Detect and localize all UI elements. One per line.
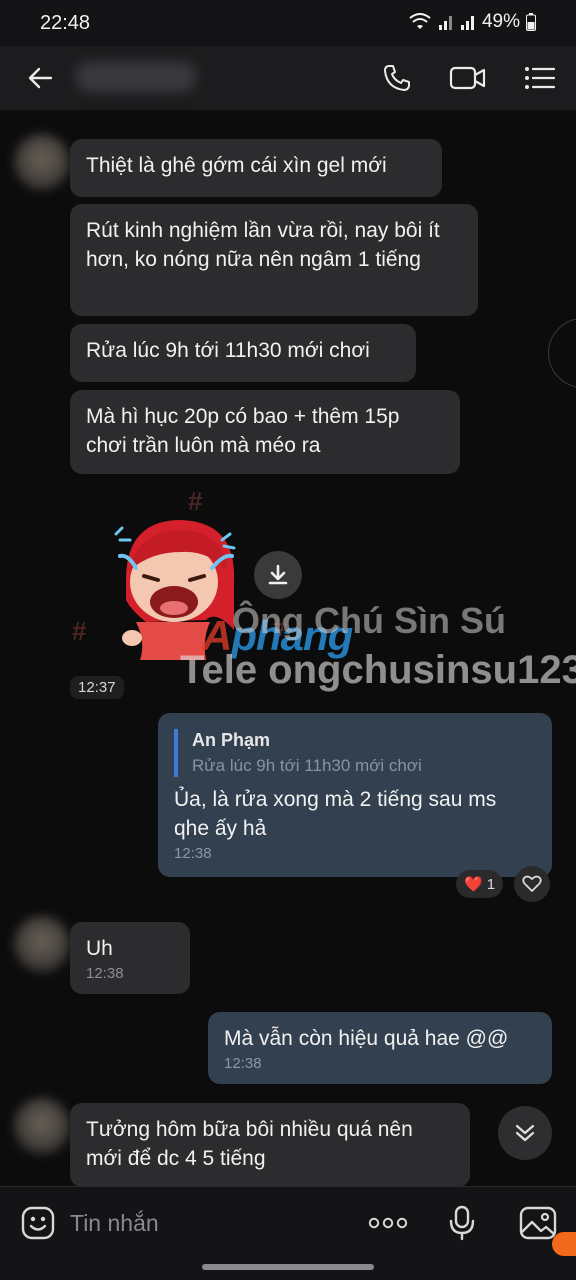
scroll-to-bottom-button[interactable] [498,1106,552,1160]
wifi-icon [409,13,431,29]
outgoing-message-bubble[interactable]: An Phạm Rửa lúc 9h tới 11h30 mới chơi Ủa… [158,713,552,877]
status-icons: 49% [408,11,536,33]
react-button[interactable] [514,866,550,902]
menu-button[interactable] [520,60,560,96]
message-text: Tưởng hôm bữa bôi nhiều quá nên mới để d… [86,1118,413,1170]
outgoing-message-bubble[interactable]: Mà vẫn còn hiệu quả hae @@ 12:38 [208,1012,552,1084]
emoji-button[interactable] [18,1203,58,1243]
quoted-message[interactable]: An Phạm Rửa lúc 9h tới 11h30 mới chơi [174,729,536,777]
signal-icon [438,16,452,30]
heart-outline-icon [522,875,542,892]
watermark-hash: # [188,486,203,516]
watermark-text: Tele ongchusinsu123 [180,648,576,692]
message-time: 12:38 [174,845,212,862]
more-dots-icon [368,1217,408,1229]
more-options-button[interactable] [366,1201,410,1245]
video-call-button[interactable] [448,60,488,96]
avatar[interactable] [14,916,70,972]
arrow-left-icon [28,67,53,89]
floating-badge[interactable] [552,1232,576,1256]
message-list[interactable]: Thiệt là ghê gớm cái xìn gel mới Rút kin… [0,110,576,1186]
message-bubble[interactable]: Rút kinh nghiệm lần vừa rồi, nay bôi ít … [70,204,478,316]
watermark-hash: # [72,616,87,646]
phone-icon [384,65,410,91]
home-indicator[interactable] [202,1264,374,1270]
edge-circle [548,318,576,388]
heart-reaction-icon: ❤️ [464,876,483,893]
message-text: Rửa lúc 9h tới 11h30 mới chơi [86,339,370,362]
sticker-time: 12:37 [70,676,124,699]
message-text: Uh [86,937,113,960]
message-time: 12:38 [86,965,124,982]
message-text: Rút kinh nghiệm lần vừa rồi, nay bôi ít … [86,219,440,271]
download-button[interactable] [254,551,302,599]
double-chevron-down-icon [515,1124,535,1142]
status-time: 22:48 [40,12,91,34]
call-button[interactable] [377,60,417,96]
emoji-icon [21,1206,55,1240]
message-text: Thiệt là ghê gớm cái xìn gel mới [86,154,387,177]
message-bubble[interactable]: Thiệt là ghê gớm cái xìn gel mới [70,139,442,197]
message-bubble[interactable]: Tưởng hôm bữa bôi nhiều quá nên mới để d… [70,1103,470,1186]
battery-percent: 49% [481,11,520,32]
contact-name[interactable] [76,62,196,92]
message-time: 12:38 [224,1055,262,1072]
quoted-sender: An Phạm [192,730,271,750]
signal-icon-2 [460,16,474,30]
message-bubble[interactable]: Rửa lúc 9h tới 11h30 mới chơi [70,324,416,382]
status-bar: 22:48 49% [0,0,576,46]
back-button[interactable] [20,60,60,96]
reaction-badge[interactable]: ❤️ 1 [456,870,504,898]
menu-list-icon [525,67,556,89]
battery-icon [526,13,536,31]
quoted-text: Rửa lúc 9h tới 11h30 mới chơi [192,756,422,775]
chat-header [0,46,576,110]
reaction-count: 1 [486,875,496,893]
message-input[interactable] [70,1205,340,1241]
avatar[interactable] [14,134,70,190]
download-icon [268,564,288,585]
message-bubble[interactable]: Uh 12:38 [70,922,190,994]
video-camera-icon [449,66,486,90]
message-text: Ủa, là rửa xong mà 2 tiếng sau ms qhe ấy… [174,788,497,840]
message-text: Mà hì hục 20p có bao + thêm 15p chơi trầ… [86,405,400,457]
message-text: Mà vẫn còn hiệu quả hae @@ [224,1027,509,1050]
image-icon [519,1206,557,1240]
avatar[interactable] [14,1098,70,1154]
voice-button[interactable] [440,1201,484,1245]
message-bubble[interactable]: Mà hì hục 20p có bao + thêm 15p chơi trầ… [70,390,460,474]
watermark-text: Ông Chú Sìn Sú [232,600,506,641]
microphone-icon [449,1205,475,1241]
